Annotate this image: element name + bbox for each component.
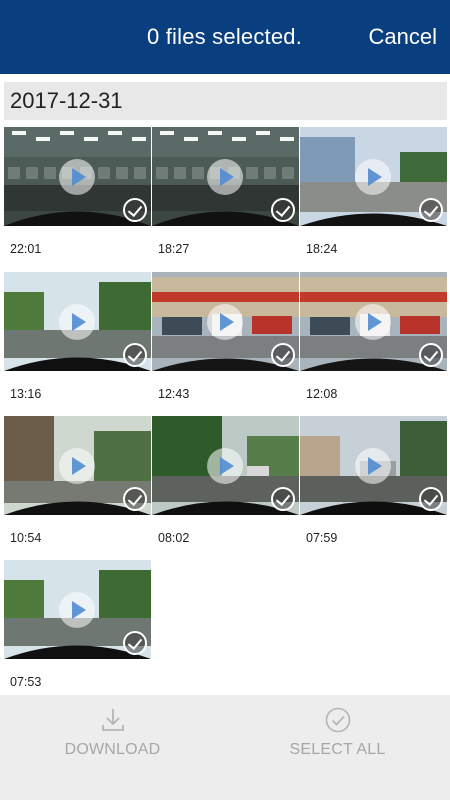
date-group-header: 2017-12-31 (4, 82, 447, 120)
selection-count-title: 0 files selected. (147, 24, 303, 49)
check-circle-icon (325, 707, 350, 733)
play-icon[interactable] (355, 304, 391, 340)
video-tile[interactable]: 18:27 (152, 127, 299, 272)
select-checkbox-icon[interactable] (123, 631, 147, 655)
video-time-label: 07:53 (10, 675, 42, 689)
play-icon[interactable] (59, 159, 95, 195)
video-time-label: 08:02 (158, 531, 190, 545)
video-time-label: 22:01 (10, 242, 42, 256)
cancel-button[interactable]: Cancel (369, 24, 437, 50)
date-group-label: 2017-12-31 (10, 88, 123, 113)
select-checkbox-icon[interactable] (271, 198, 295, 222)
video-tile[interactable]: 07:53 (4, 560, 151, 705)
select-checkbox-icon[interactable] (419, 343, 443, 367)
play-icon[interactable] (59, 448, 95, 484)
select-checkbox-icon[interactable] (419, 198, 443, 222)
video-time-label: 12:08 (306, 387, 338, 401)
video-thumbnail[interactable] (4, 272, 151, 371)
select-checkbox-icon[interactable] (271, 343, 295, 367)
play-icon[interactable] (355, 448, 391, 484)
select-checkbox-icon[interactable] (123, 487, 147, 511)
video-time-label: 13:16 (10, 387, 42, 401)
play-icon[interactable] (355, 159, 391, 195)
video-tile[interactable]: 12:08 (300, 272, 447, 417)
video-thumbnail[interactable] (300, 127, 447, 226)
download-label: DOWNLOAD (64, 741, 161, 758)
top-bar: 0 files selected. Cancel (0, 0, 450, 74)
select-checkbox-icon[interactable] (123, 198, 147, 222)
download-icon (101, 709, 124, 731)
video-tile[interactable]: 18:24 (300, 127, 447, 272)
select-checkbox-icon[interactable] (271, 487, 295, 511)
video-thumbnail[interactable] (4, 560, 151, 659)
app-screen: 0 files selected. Cancel 2017-12-31 22:0… (0, 0, 450, 800)
select-checkbox-icon[interactable] (419, 487, 443, 511)
video-thumbnail[interactable] (4, 127, 151, 226)
video-thumbnail[interactable] (300, 272, 447, 371)
select-checkbox-icon[interactable] (123, 343, 147, 367)
video-time-label: 18:27 (158, 242, 190, 256)
video-tile[interactable]: 13:16 (4, 272, 151, 417)
select-all-button[interactable]: SELECT ALL (225, 695, 450, 800)
select-all-label: SELECT ALL (289, 741, 386, 758)
video-thumbnail[interactable] (300, 416, 447, 515)
bottom-action-bar: DOWNLOAD SELECT ALL (0, 695, 450, 800)
video-thumbnail[interactable] (152, 272, 299, 371)
video-thumbnail[interactable] (152, 416, 299, 515)
video-tile[interactable]: 07:59 (300, 416, 447, 561)
play-icon[interactable] (59, 304, 95, 340)
play-icon[interactable] (207, 159, 243, 195)
video-tile[interactable]: 22:01 (4, 127, 151, 272)
play-icon[interactable] (59, 592, 95, 628)
video-time-label: 18:24 (306, 242, 338, 256)
play-icon[interactable] (207, 304, 243, 340)
video-thumbnail[interactable] (152, 127, 299, 226)
video-thumbnail[interactable] (4, 416, 151, 515)
download-button[interactable]: DOWNLOAD (0, 695, 225, 800)
video-time-label: 10:54 (10, 531, 42, 545)
video-tile[interactable]: 10:54 (4, 416, 151, 561)
video-time-label: 12:43 (158, 387, 190, 401)
video-tile[interactable]: 12:43 (152, 272, 299, 417)
video-tile[interactable]: 08:02 (152, 416, 299, 561)
play-icon[interactable] (207, 448, 243, 484)
video-time-label: 07:59 (306, 531, 338, 545)
